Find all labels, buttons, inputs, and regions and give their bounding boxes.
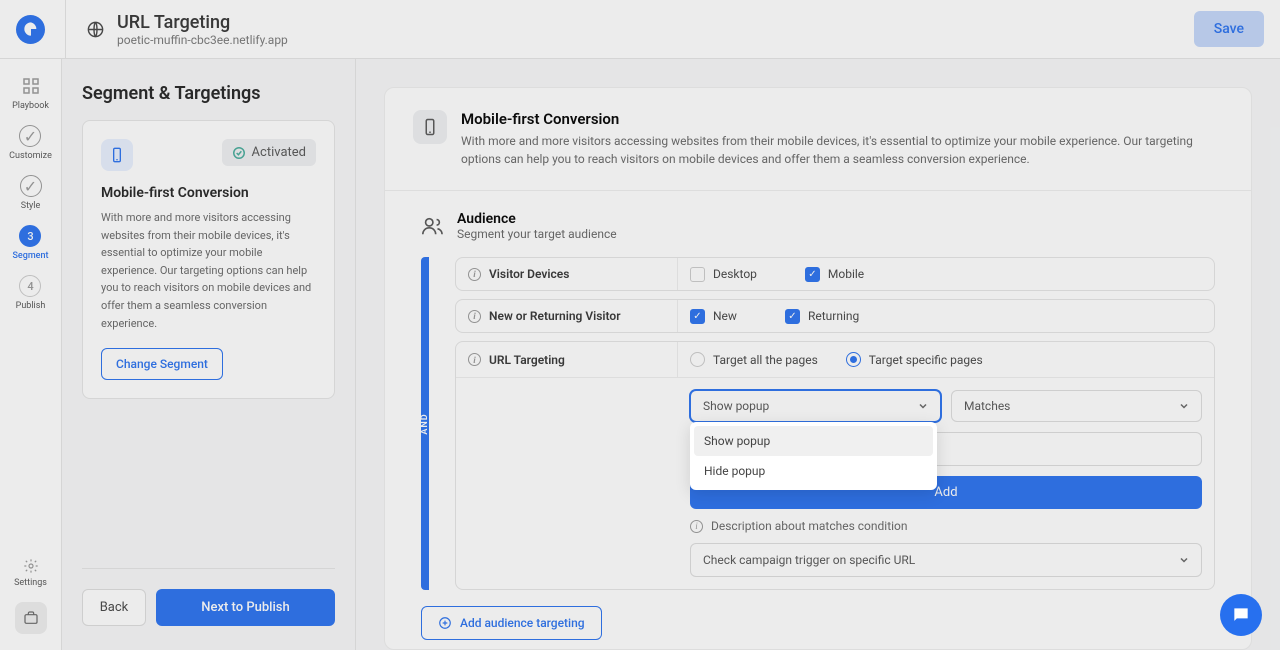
- radio-target-specific[interactable]: Target specific pages: [846, 352, 983, 367]
- add-audience-targeting-button[interactable]: Add audience targeting: [421, 606, 602, 640]
- card-description: With more and more visitors accessing we…: [101, 209, 316, 332]
- chevron-down-icon: [918, 401, 928, 411]
- chat-icon: [1231, 605, 1251, 625]
- popup-action-select[interactable]: Show popup: [690, 390, 941, 422]
- checkbox-new[interactable]: ✓New: [690, 309, 737, 324]
- chevron-down-icon: [1179, 555, 1189, 565]
- nav-publish[interactable]: 4 Publish: [16, 275, 46, 311]
- nav-playbook[interactable]: Playbook: [12, 75, 49, 111]
- activated-badge: Activated: [222, 139, 316, 166]
- nav-label: Style: [21, 201, 41, 211]
- nav-briefcase[interactable]: [15, 602, 47, 634]
- check-circle-icon: [232, 146, 246, 160]
- panel: Mobile-first Conversion With more and mo…: [384, 87, 1252, 650]
- divider: [65, 0, 66, 59]
- nav-style[interactable]: ✓ Style: [20, 175, 42, 211]
- change-segment-button[interactable]: Change Segment: [101, 348, 223, 380]
- rule-url-targeting: i URL Targeting Target all the pages Targ…: [455, 341, 1215, 590]
- step-number-icon: 3: [19, 225, 41, 247]
- nav-label: Segment: [12, 251, 48, 261]
- checkbox-mobile[interactable]: ✓Mobile: [805, 267, 864, 282]
- mobile-icon: [101, 139, 133, 171]
- panel-title: Mobile-first Conversion: [461, 110, 1223, 128]
- step-number-icon: 4: [19, 275, 41, 297]
- dropdown-option-hide[interactable]: Hide popup: [694, 456, 933, 486]
- top-bar: URL Targeting poetic-muffin-cbc3ee.netli…: [0, 0, 1280, 59]
- rule-label-text: Visitor Devices: [489, 267, 569, 281]
- segment-card: Activated Mobile-first Conversion With m…: [82, 120, 335, 399]
- nav-label: Customize: [9, 151, 52, 161]
- save-button[interactable]: Save: [1194, 11, 1264, 47]
- dropdown-option-show[interactable]: Show popup: [694, 426, 933, 456]
- page-subtitle: poetic-muffin-cbc3ee.netlify.app: [117, 33, 288, 47]
- info-icon[interactable]: i: [468, 310, 481, 323]
- and-label: AND: [420, 413, 430, 434]
- check-trigger-collapse[interactable]: Check campaign trigger on specific URL: [690, 543, 1202, 577]
- nav-settings[interactable]: Settings: [14, 558, 47, 588]
- card-title: Mobile-first Conversion: [101, 185, 316, 201]
- audience-subtitle: Segment your target audience: [457, 227, 617, 241]
- info-icon[interactable]: i: [468, 268, 481, 281]
- mobile-icon: [413, 110, 447, 144]
- briefcase-icon: [23, 610, 39, 626]
- sidebar-heading: Segment & Targetings: [82, 83, 335, 104]
- globe-icon: [86, 20, 105, 39]
- rule-label-text: URL Targeting: [489, 353, 565, 367]
- gear-icon: [23, 558, 39, 574]
- back-button[interactable]: Back: [82, 589, 146, 626]
- audience-title: Audience: [457, 211, 617, 227]
- nav-label: Publish: [16, 301, 46, 311]
- nav-label: Settings: [14, 578, 47, 588]
- sidebar: Segment & Targetings Activated Mobile-fi…: [62, 59, 356, 650]
- rule-label-text: New or Returning Visitor: [489, 309, 621, 323]
- page-title-block: URL Targeting poetic-muffin-cbc3ee.netli…: [117, 12, 288, 47]
- radio-target-all[interactable]: Target all the pages: [690, 352, 818, 367]
- check-circle-icon: ✓: [19, 125, 41, 147]
- rule-new-returning: i New or Returning Visitor ✓New ✓Returnin…: [455, 299, 1215, 333]
- info-icon[interactable]: i: [468, 353, 481, 366]
- page-title: URL Targeting: [117, 12, 288, 33]
- audience-icon: [421, 215, 443, 237]
- popup-action-dropdown: Show popup Hide popup: [690, 422, 937, 490]
- check-circle-icon: ✓: [20, 175, 42, 197]
- chevron-down-icon: [1179, 401, 1189, 411]
- nav-label: Playbook: [12, 101, 49, 111]
- match-condition-select[interactable]: Matches: [951, 390, 1202, 422]
- left-nav: Playbook ✓ Customize ✓ Style 3 Segment 4…: [0, 59, 62, 650]
- nav-segment[interactable]: 3 Segment: [12, 225, 48, 261]
- plus-circle-icon: [438, 616, 452, 630]
- checkbox-desktop[interactable]: Desktop: [690, 267, 757, 282]
- match-hint: iDescription about matches condition: [690, 519, 1202, 533]
- badge-text: Activated: [252, 145, 306, 160]
- next-button[interactable]: Next to Publish: [156, 589, 335, 626]
- grid-icon: [20, 75, 42, 97]
- and-connector: AND: [421, 257, 429, 590]
- checkbox-returning[interactable]: ✓Returning: [785, 309, 859, 324]
- nav-customize[interactable]: ✓ Customize: [9, 125, 52, 161]
- info-icon: i: [690, 520, 703, 533]
- chat-launcher[interactable]: [1220, 594, 1262, 636]
- panel-description: With more and more visitors accessing we…: [461, 132, 1223, 168]
- main-content: Mobile-first Conversion With more and mo…: [356, 59, 1280, 650]
- rule-visitor-devices: i Visitor Devices Desktop ✓Mobile: [455, 257, 1215, 291]
- app-logo: [16, 15, 45, 44]
